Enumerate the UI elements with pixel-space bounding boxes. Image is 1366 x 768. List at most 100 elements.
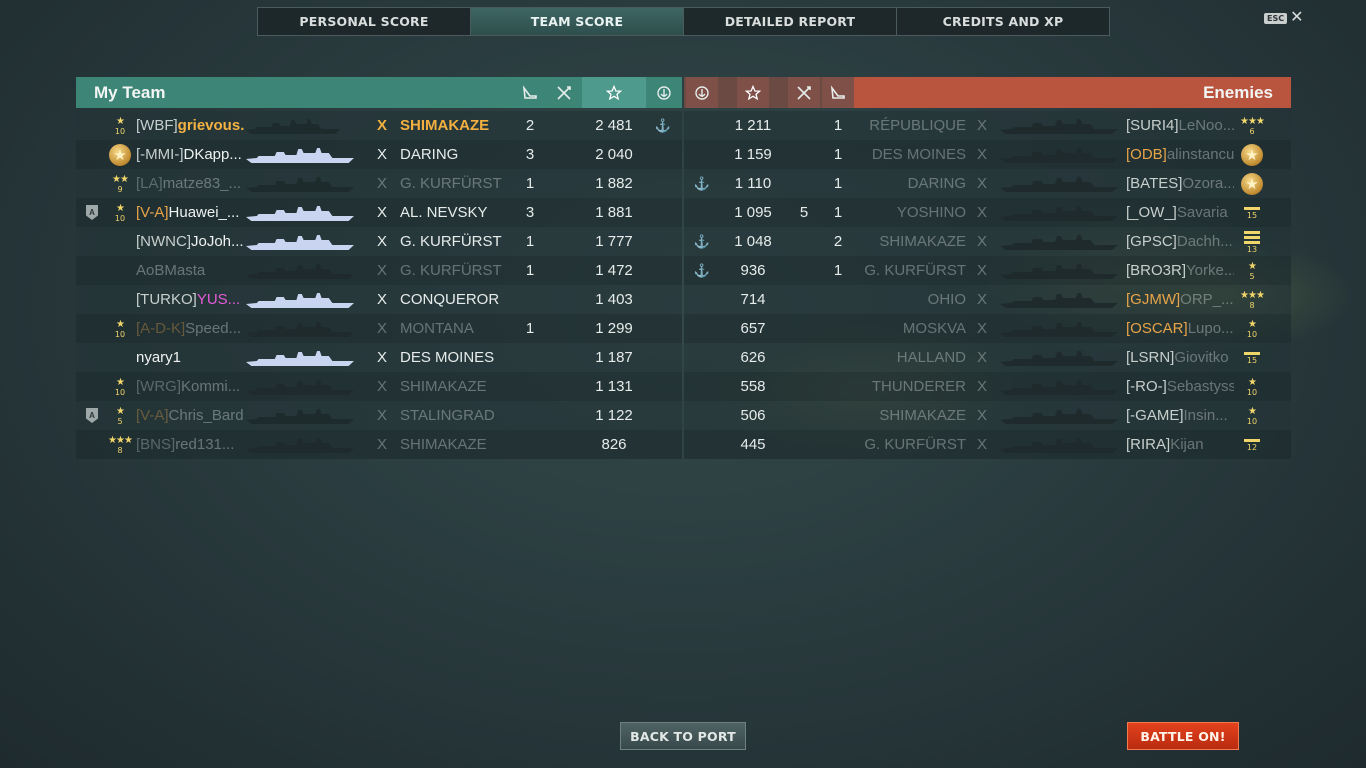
player-score: 1 131	[595, 378, 633, 395]
clan-tag: [-RO-]	[1126, 378, 1167, 395]
base-capture-icon: ⚓	[693, 175, 711, 191]
enemy-row[interactable]: 1 159 1 DES MOINES X [ODB] alinstancu ★	[684, 140, 1291, 169]
score-tabs: PERSONAL SCORE TEAM SCORE DETAILED REPOR…	[257, 7, 1110, 36]
destroyed-marker: X	[377, 175, 388, 192]
ship-silhouette-icon	[246, 235, 354, 250]
close-button[interactable]: ESC ✕	[1264, 10, 1304, 26]
player-name: [BNS] red131...	[136, 430, 244, 459]
tier-badge: ★★★ 6	[1240, 114, 1265, 138]
destroyed-marker: X	[977, 378, 988, 395]
player-nickname: Kijan	[1170, 436, 1204, 453]
base-capture-column-header[interactable]	[648, 77, 680, 108]
ship-silhouette-icon	[246, 148, 354, 163]
star-icon	[606, 84, 622, 100]
enemy-row[interactable]: ⚓ 1 110 1 DARING X [BATES] Ozora... ★	[684, 169, 1291, 198]
back-to-port-button[interactable]: BACK TO PORT	[620, 722, 746, 750]
my-team-row[interactable]: AoBMasta X G. KURFÜRST 1 1 472	[76, 256, 682, 285]
my-team-row[interactable]: ★ 10 [WRG] Kommi... X SHIMAKAZE 1 131	[76, 372, 682, 401]
enemy-row[interactable]: 626 HALLAND X [LSRN] Giovitko 15	[684, 343, 1291, 372]
tier-number: 10	[1246, 387, 1258, 397]
enemies-title: Enemies	[1203, 82, 1273, 102]
tab-detailed-report[interactable]: DETAILED REPORT	[684, 8, 897, 35]
my-team-row[interactable]: nyary1 X DES MOINES 1 187	[76, 343, 682, 372]
tab-personal-score[interactable]: PERSONAL SCORE	[258, 8, 471, 35]
enemy-planes-destroyed: 1	[833, 175, 843, 192]
score-column-header[interactable]	[582, 77, 646, 108]
clan-tag: [GJMW]	[1126, 291, 1181, 308]
my-team-row[interactable]: ★ 10 [A-D-K] Speed... X MONTANA 1 1 299	[76, 314, 682, 343]
enemy-planes-destroyed: 2	[833, 233, 843, 250]
enemy-row[interactable]: 558 THUNDERER X [-RO-] Sebastyss ★ 10	[684, 372, 1291, 401]
my-team-row[interactable]: A ★ 5 [V-A] Chris_Bard X STALINGRAD 1 122	[76, 401, 682, 430]
destroyed-marker: X	[977, 146, 988, 163]
clan-tag: [LA]	[136, 175, 163, 192]
tier-badge: 15	[1240, 346, 1264, 370]
tier-badge: ★	[1240, 172, 1264, 196]
ships-destroyed	[548, 256, 580, 285]
ship-silhouette-icon	[246, 380, 354, 395]
tier-badge: ★★ 9	[108, 172, 132, 196]
enemy-player-name: [-GAME] Insin...	[1126, 401, 1234, 430]
my-team-row[interactable]: ★★★ 8 [BNS] red131... X SHIMAKAZE 826	[76, 430, 682, 459]
enemy-player-name: [OSCAR] Lupo...	[1126, 314, 1234, 343]
enemy-row[interactable]: ⚓ 1 048 2 SHIMAKAZE X [GPSC] Dachh... 13	[684, 227, 1291, 256]
enemy-row[interactable]: 1 211 1 RÉPUBLIQUE X [SURI4] LeNoo... ★★★ 6	[684, 111, 1291, 140]
enemy-ships-destroyed	[788, 169, 820, 198]
planes-destroyed	[514, 343, 546, 372]
planes-destroyed: 3	[525, 204, 535, 221]
planes-destroyed: 1	[525, 320, 535, 337]
close-icon[interactable]: ✕	[1290, 10, 1303, 26]
enemy-score: 1 048	[734, 233, 772, 250]
enemy-planes-destroyed	[822, 314, 854, 343]
player-nickname: alinstancu	[1166, 146, 1234, 163]
enemy-planes-destroyed: 1	[833, 146, 843, 163]
plane-icon	[830, 84, 845, 99]
destroyed-marker: X	[977, 436, 988, 453]
enemy-row[interactable]: ⚓ 936 1 G. KURFÜRST X [BRO3R] Yorke... ★ 5	[684, 256, 1291, 285]
tier-number: 15	[1246, 211, 1258, 220]
star-icon	[745, 84, 761, 100]
enemy-row[interactable]: 657 MOSKVA X [OSCAR] Lupo... ★ 10	[684, 314, 1291, 343]
my-team-row[interactable]: [TURKO] YUS... X CONQUEROR 1 403	[76, 285, 682, 314]
ship-silhouette-icon	[1000, 322, 1118, 337]
ship-silhouette-icon	[1000, 438, 1118, 453]
destroyed-marker: X	[977, 175, 988, 192]
my-team-row[interactable]: ★★ 9 [LA] matze83_... X G. KURFÜRST 1 1 882	[76, 169, 682, 198]
ship-name: DES MOINES	[400, 349, 495, 366]
tier-badge: 15	[1240, 201, 1264, 225]
enemy-row[interactable]: 445 G. KURFÜRST X [RIRA] Kijan 12	[684, 430, 1291, 459]
tier-number: 15	[1246, 356, 1258, 365]
player-nickname: Huawei_...	[168, 204, 240, 221]
enemy-planes-destroyed	[822, 372, 854, 401]
tab-team-score[interactable]: TEAM SCORE	[471, 8, 684, 35]
player-nickname: nyary1	[136, 349, 182, 366]
ship-silhouette-icon	[1000, 119, 1118, 134]
bar-rank-icon	[1244, 230, 1260, 245]
my-team-row[interactable]: A ★ 10 [V-A] Huawei_... X AL. NEVSKY 3 1 881	[76, 198, 682, 227]
my-team-row[interactable]: [NWNC] JoJoh... X G. KURFÜRST 1 1 777	[76, 227, 682, 256]
tier-number: 5	[1249, 271, 1255, 281]
battle-on-button[interactable]: BATTLE ON!	[1127, 722, 1239, 750]
enemy-planes-column-header[interactable]	[822, 77, 854, 108]
my-team-row[interactable]: ★10[WBF]grievous...XSHIMAKAZE22 481⚓	[76, 111, 682, 140]
enemy-score: 1 095	[734, 204, 772, 221]
enemy-kills-column-header[interactable]	[788, 77, 820, 108]
tier-badge: ★ 10	[108, 114, 132, 138]
player-score: 1 472	[595, 262, 633, 279]
enemy-row[interactable]: 1 095 5 1 YOSHINO X [_OW_] Savaria 15	[684, 198, 1291, 227]
planes-column-header[interactable]	[514, 77, 546, 108]
clan-tag: [TURKO]	[136, 291, 197, 308]
enemy-row[interactable]: 714 OHIO X [GJMW] ORP_... ★★★ 8	[684, 285, 1291, 314]
enemy-base-capture-column-header[interactable]	[686, 77, 718, 108]
player-name: [LA] matze83_...	[136, 169, 244, 198]
clan-tag: [ODB]	[1126, 146, 1167, 163]
kills-column-header[interactable]	[548, 77, 580, 108]
ships-destroyed	[548, 343, 580, 372]
tier-badge: ★ 10	[1240, 317, 1264, 341]
enemy-row[interactable]: 506 SHIMAKAZE X [-GAME] Insin... ★ 10	[684, 401, 1291, 430]
ship-silhouette-icon	[1000, 409, 1118, 424]
destroyed-marker: X	[377, 407, 388, 424]
tab-credits-and-xp[interactable]: CREDITS AND XP	[897, 8, 1109, 35]
enemy-score-column-header[interactable]	[737, 77, 769, 108]
my-team-row[interactable]: ★ [-MMI-] DKapp... X DARING 3 2 040	[76, 140, 682, 169]
